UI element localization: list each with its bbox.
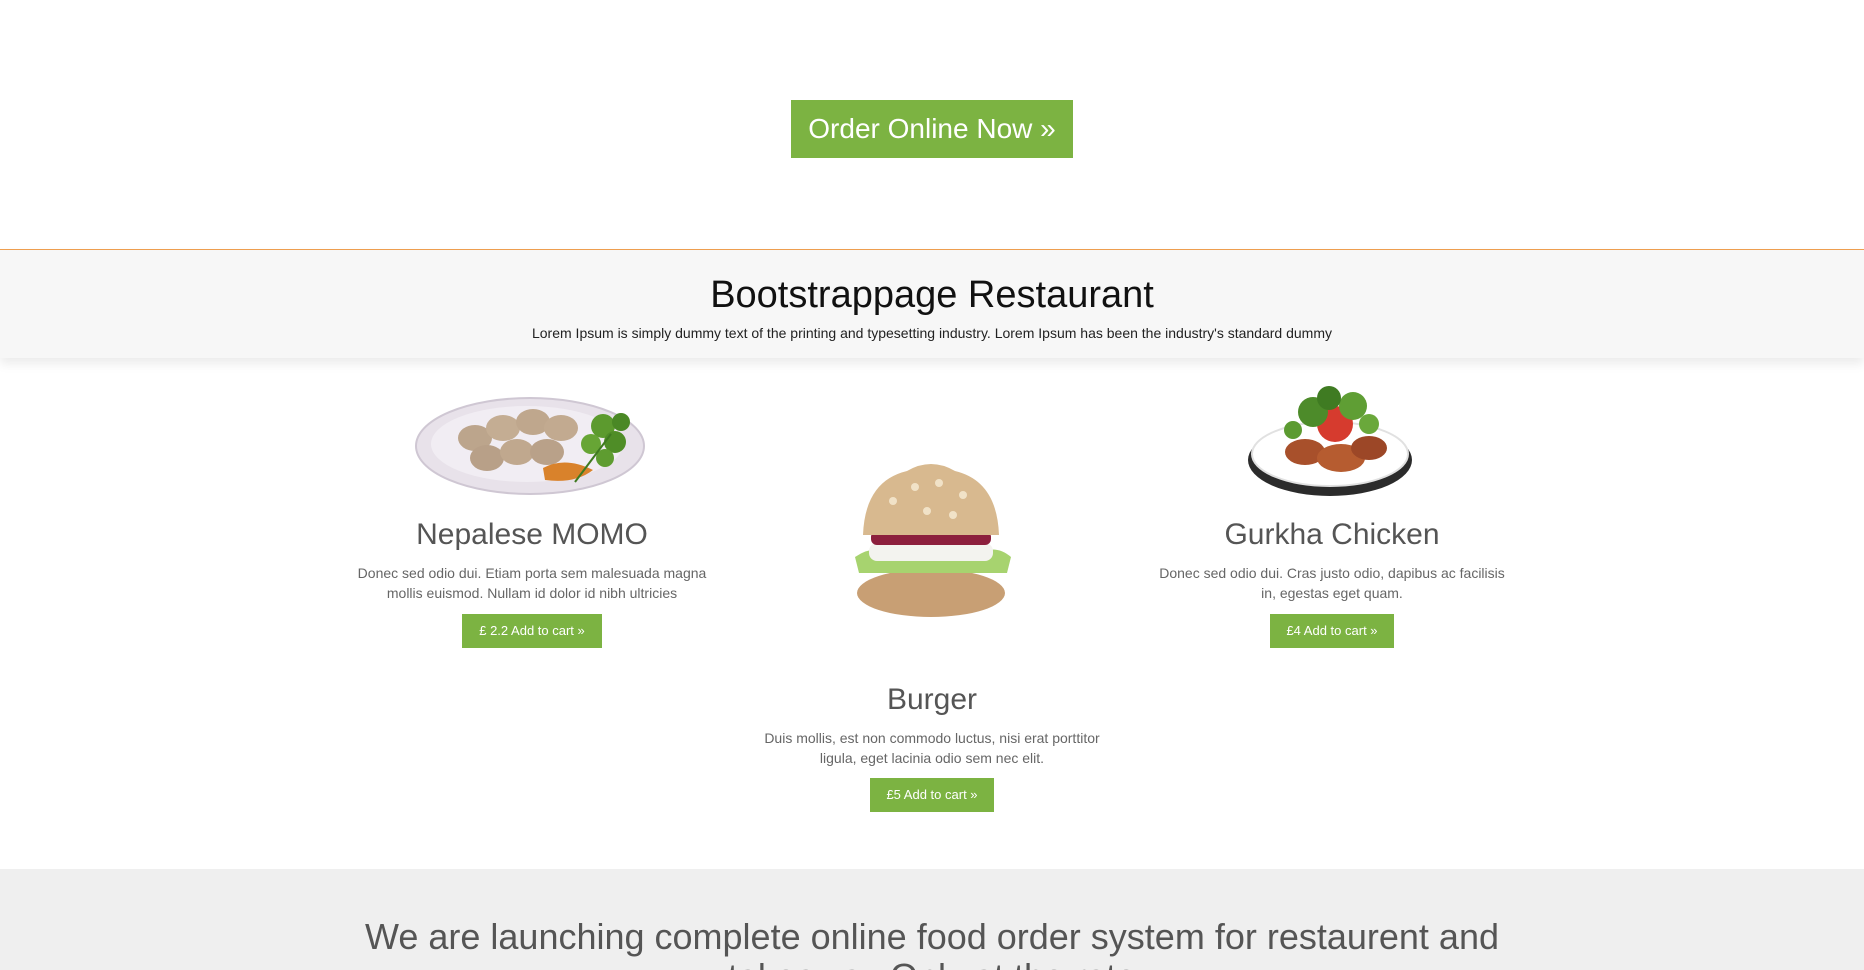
chicken-plate-image: [1248, 386, 1412, 496]
launch-heading: We are launching complete online food or…: [365, 916, 1499, 970]
menu-item-description: Donec sed odio dui. Cras justo odio, dap…: [1159, 565, 1505, 601]
intro-text: Lorem Ipsum is simply dummy text of the …: [531, 325, 1332, 341]
add-to-cart-button[interactable]: £5 Add to cart »: [870, 778, 994, 812]
menu-section: Nepalese MOMO Donec sed odio dui. Etiam …: [0, 358, 1864, 869]
restaurant-title: Bootstrappage Restaurant: [710, 274, 1154, 316]
order-online-button[interactable]: Order Online Now »: [791, 100, 1073, 158]
menu-item-description: Duis mollis, est non commodo luctus, nis…: [764, 730, 1100, 766]
menu-item-momo: Nepalese MOMO Donec sed odio dui. Etiam …: [350, 358, 714, 658]
menu-item-burger: Burger Duis mollis, est non commodo luct…: [750, 358, 1114, 838]
menu-item-name: Nepalese MOMO: [416, 518, 648, 551]
menu-item-chicken: Gurkha Chicken Donec sed odio dui. Cras …: [1150, 358, 1514, 658]
add-to-cart-button[interactable]: £4 Add to cart »: [1270, 614, 1394, 648]
menu-item-name: Gurkha Chicken: [1224, 518, 1440, 551]
menu-item-name: Burger: [886, 683, 978, 716]
hero-section: Order Online Now »: [0, 0, 1864, 250]
intro-section: Bootstrappage Restaurant Lorem Ipsum is …: [0, 250, 1864, 358]
momo-plate-image: [415, 397, 645, 495]
launch-section: We are launching complete online food or…: [0, 869, 1864, 970]
burger-image: [855, 464, 1011, 617]
add-to-cart-button[interactable]: £ 2.2 Add to cart »: [462, 614, 602, 648]
menu-item-description: Donec sed odio dui. Etiam porta sem male…: [357, 565, 707, 601]
